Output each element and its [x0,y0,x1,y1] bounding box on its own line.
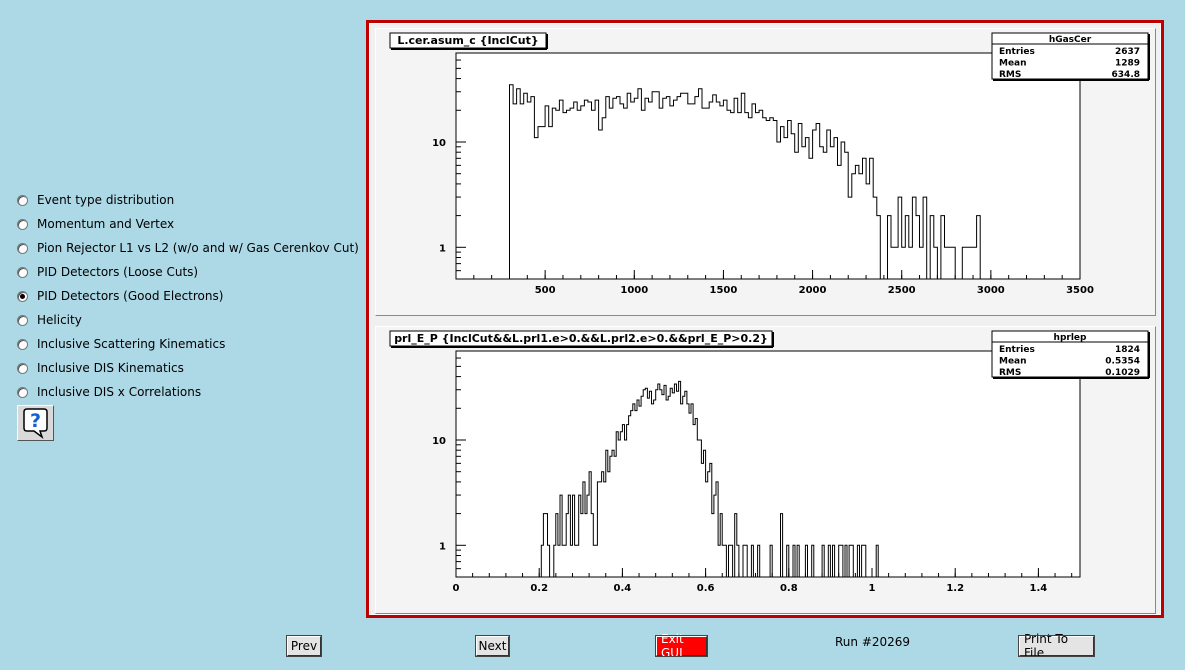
stats-key: RMS [999,368,1021,378]
x-tick-label: 2500 [888,285,916,296]
option-label: Pion Rejector L1 vs L2 (w/o and w/ Gas C… [37,241,359,255]
option-label: Inclusive Scattering Kinematics [37,337,226,351]
question-icon: ? [23,408,48,440]
histogram-pad-gas-cerenkov: 500 1000 1500 2000 2500 3000 3500 1 10 L.cer.asum… [375,28,1156,316]
histogram-svg: 500 1000 1500 2000 2500 3000 3500 1 10 L.cer.asum… [389,32,1150,296]
histogram-pad-pion-rejector: 0 0.2 0.4 0.6 0.8 1 1.2 1.4 1 10 prl_E_P {InclCut&… [375,326,1156,614]
option-row[interactable]: Event type distribution [17,188,359,212]
print-to-file-button[interactable]: Print To File [1018,632,1095,660]
exit-gui-button[interactable]: Exit GUI [655,632,708,660]
help-button[interactable]: ? [17,405,54,441]
option-row[interactable]: PID Detectors (Good Electrons) [17,284,359,308]
option-label: Momentum and Vertex [37,217,175,231]
stats-name: hGasCer [1049,35,1092,45]
radio-button[interactable] [17,386,28,398]
option-label: Inclusive DIS Kinematics [37,361,184,375]
x-tick-label: 3000 [977,285,1005,296]
x-tick-label: 1500 [710,285,738,296]
canvas-area: 500 1000 1500 2000 2500 3000 3500 1 10 L.cer.asum… [369,23,1161,615]
histogram-title: L.cer.asum_c {InclCut} [389,32,548,50]
stats-value: 1824 [1115,345,1140,355]
x-tick-label: 0.8 [780,583,798,594]
x-tick-label: 1.2 [946,583,964,594]
stats-value: 634.8 [1112,70,1140,80]
option-label: PID Detectors (Loose Cuts) [37,265,199,279]
stats-key: Mean [999,357,1027,367]
option-row[interactable]: Momentum and Vertex [17,212,359,236]
radio-button[interactable] [17,338,28,350]
histogram-title: prl_E_P {InclCut&&L.prl1.e>0.&&L.prl2.e>… [389,330,774,348]
x-tick-label: 1000 [620,285,648,296]
stats-value: 1289 [1115,59,1140,69]
y-tick-label: 10 [432,436,446,447]
x-tick-label: 2000 [799,285,827,296]
next-button[interactable]: Next [475,635,510,657]
option-row[interactable]: Inclusive DIS x Correlations [17,380,359,404]
option-row[interactable]: PID Detectors (Loose Cuts) [17,260,359,284]
stats-key: Entries [999,47,1035,57]
stats-key: Mean [999,59,1027,69]
option-label: Inclusive DIS x Correlations [37,385,202,399]
radio-button[interactable] [17,266,28,278]
option-row[interactable]: Helicity [17,308,359,332]
x-tick-label: 0.6 [697,583,715,594]
y-tick-label: 1 [439,243,446,254]
plot-frame [455,350,1081,578]
svg-text:?: ? [30,410,41,432]
plot-selector: Event type distribution Momentum and Vert… [17,188,359,404]
stats-box: hGasCer Entries 2637 Mean 1289 RMS 634.8 [991,32,1150,81]
x-tick-label: 0.4 [614,583,632,594]
title-text: prl_E_P {InclCut&&L.prl1.e>0.&&L.prl2.e>… [394,332,768,345]
plot-canvas: 500 1000 1500 2000 2500 3000 3500 1 10 L.cer.asum… [366,20,1164,618]
stats-value: 0.5354 [1105,357,1140,367]
radio-button[interactable] [17,218,28,230]
option-label: PID Detectors (Good Electrons) [37,289,224,303]
stats-name: hprlep [1054,333,1087,343]
stats-box: hprlep Entries 1824 Mean 0.5354 RMS 0.1029 [991,330,1150,379]
option-row[interactable]: Inclusive DIS Kinematics [17,356,359,380]
stats-key: Entries [999,345,1035,355]
option-row[interactable]: Inclusive Scattering Kinematics [17,332,359,356]
title-text: L.cer.asum_c {InclCut} [397,34,538,47]
plot-frame [455,52,1081,280]
radio-button[interactable] [17,242,28,254]
x-tick-label: 0 [453,583,460,594]
prev-button[interactable]: Prev [286,635,322,657]
stats-value: 2637 [1115,47,1140,57]
stats-key: RMS [999,70,1021,80]
histogram-svg: 0 0.2 0.4 0.6 0.8 1 1.2 1.4 1 10 prl_E_P {InclCut&… [389,330,1150,594]
run-number-label: Run #20269 [835,635,911,649]
radio-button[interactable] [17,362,28,374]
stats-value: 0.1029 [1105,368,1140,378]
x-tick-label: 1.4 [1030,583,1048,594]
radio-button[interactable] [17,194,28,206]
option-label: Event type distribution [37,193,175,207]
option-row[interactable]: Pion Rejector L1 vs L2 (w/o and w/ Gas C… [17,236,359,260]
x-tick-label: 500 [535,285,556,296]
radio-button[interactable] [17,290,28,302]
y-tick-label: 1 [439,541,446,552]
y-tick-label: 10 [432,138,446,149]
x-tick-label: 1 [869,583,876,594]
x-tick-label: 0.2 [530,583,548,594]
option-label: Helicity [37,313,82,327]
x-tick-label: 3500 [1066,285,1094,296]
radio-button[interactable] [17,314,28,326]
